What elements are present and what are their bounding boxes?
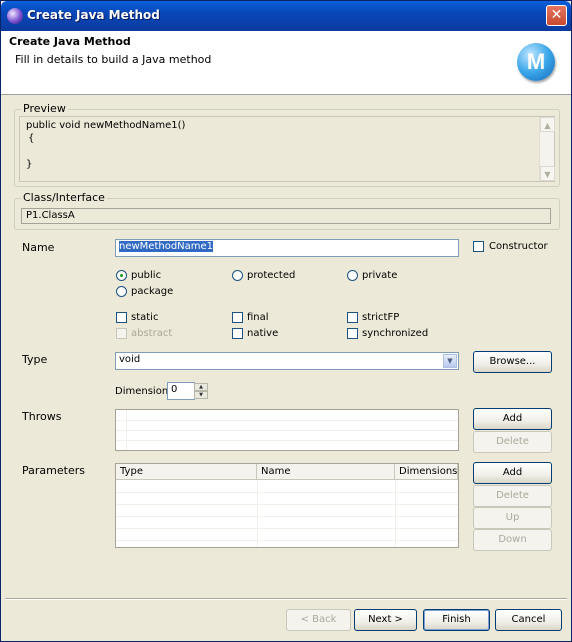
preview-scrollbar[interactable]: ▲ ▼ — [539, 117, 555, 181]
chevron-down-icon[interactable]: ▼ — [443, 354, 457, 368]
preview-label: Preview — [21, 102, 68, 115]
name-label: Name — [22, 241, 55, 254]
back-button: < Back — [286, 609, 351, 631]
header-description: Fill in details to build a Java method — [15, 53, 212, 66]
static-label: static — [131, 312, 159, 323]
create-java-method-dialog: Create Java Method ✕ Create Java Method … — [0, 0, 572, 642]
synchronized-label: synchronized — [362, 328, 429, 339]
dimensions-stepper[interactable]: ▲ ▼ — [194, 383, 208, 399]
grid-line — [116, 440, 458, 441]
window-title: Create Java Method — [27, 8, 160, 22]
native-label: native — [247, 328, 279, 339]
footer-separator — [5, 598, 567, 600]
type-label: Type — [22, 353, 48, 366]
grid-line — [116, 420, 458, 421]
type-value: void — [119, 354, 141, 365]
preview-group: Preview public void newMethodName1() { }… — [14, 102, 560, 187]
native-checkbox[interactable] — [232, 328, 243, 339]
table-header: Type Name Dimensions — [116, 464, 458, 480]
grid-line — [395, 480, 396, 547]
close-icon: ✕ — [550, 7, 563, 23]
parameters-label: Parameters — [22, 464, 85, 477]
parameters-delete-button: Delete — [473, 485, 552, 507]
type-combo[interactable]: void ▼ — [115, 352, 459, 370]
wizard-header: Create Java Method Fill in details to bu… — [1, 31, 571, 95]
next-button[interactable]: Next > — [354, 609, 417, 631]
column-header-type[interactable]: Type — [116, 464, 257, 480]
constructor-checkbox[interactable] — [473, 241, 484, 252]
cancel-button[interactable]: Cancel — [495, 609, 562, 631]
package-radio[interactable] — [116, 286, 127, 297]
browse-button[interactable]: Browse... — [473, 351, 552, 373]
synchronized-checkbox[interactable] — [347, 328, 358, 339]
constructor-label: Constructor — [489, 241, 548, 252]
stepper-up-icon[interactable]: ▲ — [194, 383, 208, 391]
grid-line — [257, 480, 258, 547]
parameters-down-button: Down — [473, 529, 552, 551]
class-interface-label: Class/Interface — [21, 191, 107, 204]
dimensions-label: Dimensions — [115, 386, 174, 397]
class-interface-field: P1.ClassA — [21, 208, 551, 224]
grid-line — [116, 540, 458, 541]
abstract-checkbox — [116, 328, 127, 339]
title-bar[interactable]: Create Java Method ✕ — [1, 1, 571, 31]
preview-line: } — [26, 159, 33, 170]
throws-label: Throws — [22, 410, 62, 423]
throws-list[interactable] — [115, 409, 459, 451]
dimensions-value: 0 — [171, 384, 178, 395]
stepper-down-icon[interactable]: ▼ — [194, 391, 208, 399]
preview-line: public void newMethodName1() — [26, 120, 186, 131]
preview-code-area[interactable]: public void newMethodName1() { } ▲ ▼ — [19, 116, 555, 182]
scroll-down-icon[interactable]: ▼ — [540, 166, 555, 181]
private-label: private — [362, 270, 398, 281]
preview-line — [26, 146, 548, 159]
parameters-table[interactable]: Type Name Dimensions — [115, 463, 459, 548]
method-name-input[interactable]: newMethodName1 — [115, 239, 459, 257]
finish-button[interactable]: Finish — [423, 609, 490, 631]
protected-label: protected — [247, 270, 296, 281]
column-header-dimensions[interactable]: Dimensions — [395, 464, 458, 480]
preview-line: { — [28, 133, 35, 144]
throws-delete-button: Delete — [473, 431, 552, 453]
package-label: package — [131, 286, 174, 297]
wizard-logo-icon: M — [517, 43, 555, 81]
grid-line — [116, 492, 458, 493]
class-interface-group: Class/Interface P1.ClassA — [14, 191, 560, 230]
parameters-add-button[interactable]: Add — [473, 462, 552, 484]
final-label: final — [247, 312, 269, 323]
grid-line — [116, 504, 458, 505]
column-header-name[interactable]: Name — [257, 464, 395, 480]
public-radio[interactable] — [116, 270, 127, 281]
method-name-value: newMethodName1 — [119, 241, 214, 252]
protected-radio[interactable] — [232, 270, 243, 281]
header-title: Create Java Method — [9, 35, 131, 48]
eclipse-icon — [7, 8, 23, 24]
throws-add-button[interactable]: Add — [473, 408, 552, 430]
final-checkbox[interactable] — [232, 312, 243, 323]
parameters-up-button: Up — [473, 507, 552, 529]
dimensions-spinner[interactable]: 0 — [167, 382, 195, 400]
abstract-label: abstract — [131, 328, 173, 339]
close-button[interactable]: ✕ — [546, 5, 567, 26]
grid-line — [116, 430, 458, 431]
static-checkbox[interactable] — [116, 312, 127, 323]
scroll-up-icon[interactable]: ▲ — [540, 117, 555, 132]
strictfp-checkbox[interactable] — [347, 312, 358, 323]
private-radio[interactable] — [347, 270, 358, 281]
strictfp-label: strictFP — [362, 312, 400, 323]
grid-line — [116, 516, 458, 517]
grid-line — [116, 528, 458, 529]
public-label: public — [131, 270, 162, 281]
